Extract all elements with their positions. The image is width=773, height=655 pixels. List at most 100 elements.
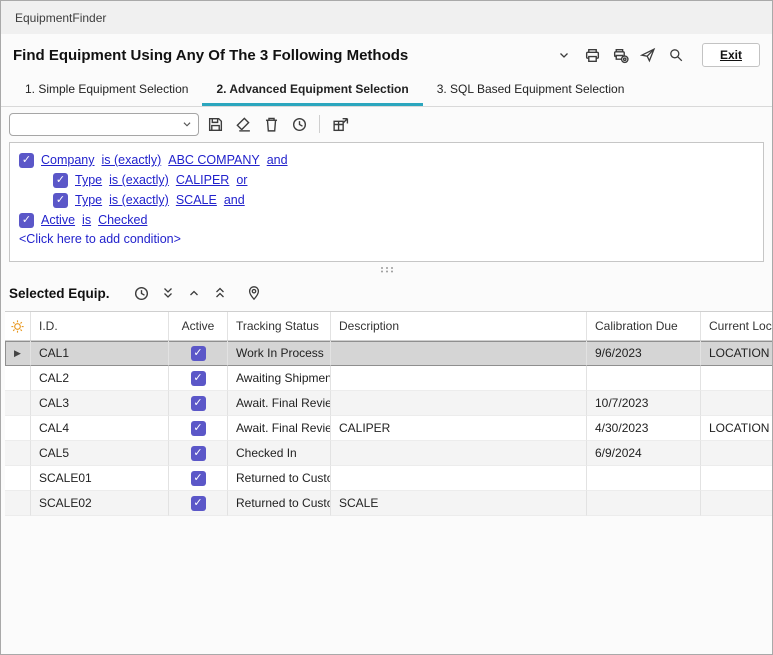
cell-id[interactable]: CAL2 [31, 366, 169, 391]
column-header-description[interactable]: Description [331, 312, 587, 340]
cell-description[interactable] [331, 466, 587, 491]
export-grid-icon[interactable] [328, 112, 352, 136]
cell-location[interactable] [701, 441, 773, 466]
cell-location[interactable] [701, 466, 773, 491]
cell-status[interactable]: Returned to Customer [228, 466, 331, 491]
exit-button[interactable]: Exit [702, 43, 760, 67]
condition-field-link[interactable]: Type [75, 173, 102, 187]
cell-id[interactable]: SCALE01 [31, 466, 169, 491]
active-checkbox[interactable]: ✓ [191, 471, 206, 486]
cell-active[interactable]: ✓ [169, 341, 228, 366]
move-up-icon[interactable] [182, 281, 206, 305]
active-checkbox[interactable]: ✓ [191, 346, 206, 361]
condition-operator-link[interactable]: is (exactly) [102, 153, 162, 167]
cell-location[interactable] [701, 366, 773, 391]
cell-active[interactable]: ✓ [169, 366, 228, 391]
cell-description[interactable] [331, 341, 587, 366]
cell-id[interactable]: CAL1 [31, 341, 169, 366]
cell-id[interactable]: SCALE02 [31, 491, 169, 516]
condition-operator-link[interactable]: is (exactly) [109, 173, 169, 187]
row-selector-cell[interactable] [5, 416, 31, 441]
cell-description[interactable] [331, 366, 587, 391]
row-selector-cell[interactable]: ▶ [5, 341, 31, 366]
cell-cal-due[interactable] [587, 366, 701, 391]
cell-status[interactable]: Work In Process [228, 341, 331, 366]
history-clock-icon[interactable] [130, 281, 154, 305]
condition-checkbox[interactable]: ✓ [53, 173, 68, 188]
header-chevron-down-icon[interactable] [552, 43, 576, 67]
cell-description[interactable]: CALIPER [331, 416, 587, 441]
active-checkbox[interactable]: ✓ [191, 371, 206, 386]
cell-description[interactable] [331, 391, 587, 416]
condition-checkbox[interactable]: ✓ [19, 213, 34, 228]
tab-advanced-selection[interactable]: 2. Advanced Equipment Selection [202, 76, 422, 106]
cell-cal-due[interactable]: 6/9/2024 [587, 441, 701, 466]
cell-status[interactable]: Checked In [228, 441, 331, 466]
cell-active[interactable]: ✓ [169, 416, 228, 441]
cell-active[interactable]: ✓ [169, 491, 228, 516]
location-pin-icon[interactable] [242, 281, 266, 305]
active-checkbox[interactable]: ✓ [191, 396, 206, 411]
column-header-cal-due[interactable]: Calibration Due [587, 312, 701, 340]
cell-location[interactable]: LOCATION 1 [701, 341, 773, 366]
cell-id[interactable]: CAL5 [31, 441, 169, 466]
splitter-grip[interactable] [1, 262, 772, 275]
condition-conjunction-link[interactable]: and [224, 193, 245, 207]
condition-value-link[interactable]: ABC COMPANY [168, 153, 259, 167]
table-row[interactable]: CAL4 ✓ Await. Final Review CALIPER 4/30/… [5, 416, 773, 441]
column-header-id[interactable]: I.D. [31, 312, 169, 340]
table-row[interactable]: ▶ CAL1 ✓ Work In Process 9/6/2023 LOCATI… [5, 341, 773, 366]
cell-description[interactable]: SCALE [331, 491, 587, 516]
row-selector-cell[interactable] [5, 466, 31, 491]
condition-operator-link[interactable]: is (exactly) [109, 193, 169, 207]
cell-active[interactable]: ✓ [169, 466, 228, 491]
print-settings-icon[interactable] [608, 43, 632, 67]
row-selector-cell[interactable] [5, 366, 31, 391]
table-row[interactable]: CAL3 ✓ Await. Final Review 10/7/2023 [5, 391, 773, 416]
cell-id[interactable]: CAL3 [31, 391, 169, 416]
active-checkbox[interactable]: ✓ [191, 446, 206, 461]
cell-active[interactable]: ✓ [169, 391, 228, 416]
table-row[interactable]: SCALE02 ✓ Returned to Customer SCALE [5, 491, 773, 516]
active-checkbox[interactable]: ✓ [191, 496, 206, 511]
cell-id[interactable]: CAL4 [31, 416, 169, 441]
cell-location[interactable]: LOCATION 1 [701, 416, 773, 441]
move-all-down-icon[interactable] [156, 281, 180, 305]
condition-value-link[interactable]: Checked [98, 213, 147, 227]
table-row[interactable]: CAL5 ✓ Checked In 6/9/2024 [5, 441, 773, 466]
condition-field-link[interactable]: Type [75, 193, 102, 207]
clear-filter-eraser-icon[interactable] [231, 112, 255, 136]
row-selector-cell[interactable] [5, 491, 31, 516]
save-filter-icon[interactable] [203, 112, 227, 136]
condition-checkbox[interactable]: ✓ [19, 153, 34, 168]
condition-field-link[interactable]: Company [41, 153, 95, 167]
grid-corner-cell[interactable] [5, 312, 31, 340]
cell-status[interactable]: Returned to Customer [228, 491, 331, 516]
cell-cal-due[interactable] [587, 466, 701, 491]
cell-active[interactable]: ✓ [169, 441, 228, 466]
column-header-status[interactable]: Tracking Status [228, 312, 331, 340]
recent-filters-clock-icon[interactable] [287, 112, 311, 136]
cell-location[interactable] [701, 491, 773, 516]
cell-status[interactable]: Awaiting Shipment [228, 366, 331, 391]
saved-filter-combo[interactable] [9, 113, 199, 136]
column-header-active[interactable]: Active [169, 312, 228, 340]
send-icon[interactable] [636, 43, 660, 67]
cell-cal-due[interactable]: 4/30/2023 [587, 416, 701, 441]
add-condition-link[interactable]: <Click here to add condition> [19, 232, 754, 246]
tab-sql-selection[interactable]: 3. SQL Based Equipment Selection [423, 76, 639, 106]
cell-status[interactable]: Await. Final Review [228, 416, 331, 441]
cell-location[interactable] [701, 391, 773, 416]
print-icon[interactable] [580, 43, 604, 67]
tab-simple-selection[interactable]: 1. Simple Equipment Selection [11, 76, 202, 106]
table-row[interactable]: SCALE01 ✓ Returned to Customer [5, 466, 773, 491]
condition-value-link[interactable]: CALIPER [176, 173, 230, 187]
column-header-location[interactable]: Current Location [701, 312, 773, 340]
condition-operator-link[interactable]: is [82, 213, 91, 227]
row-selector-cell[interactable] [5, 441, 31, 466]
condition-checkbox[interactable]: ✓ [53, 193, 68, 208]
row-selector-cell[interactable] [5, 391, 31, 416]
active-checkbox[interactable]: ✓ [191, 421, 206, 436]
condition-conjunction-link[interactable]: and [267, 153, 288, 167]
condition-field-link[interactable]: Active [41, 213, 75, 227]
